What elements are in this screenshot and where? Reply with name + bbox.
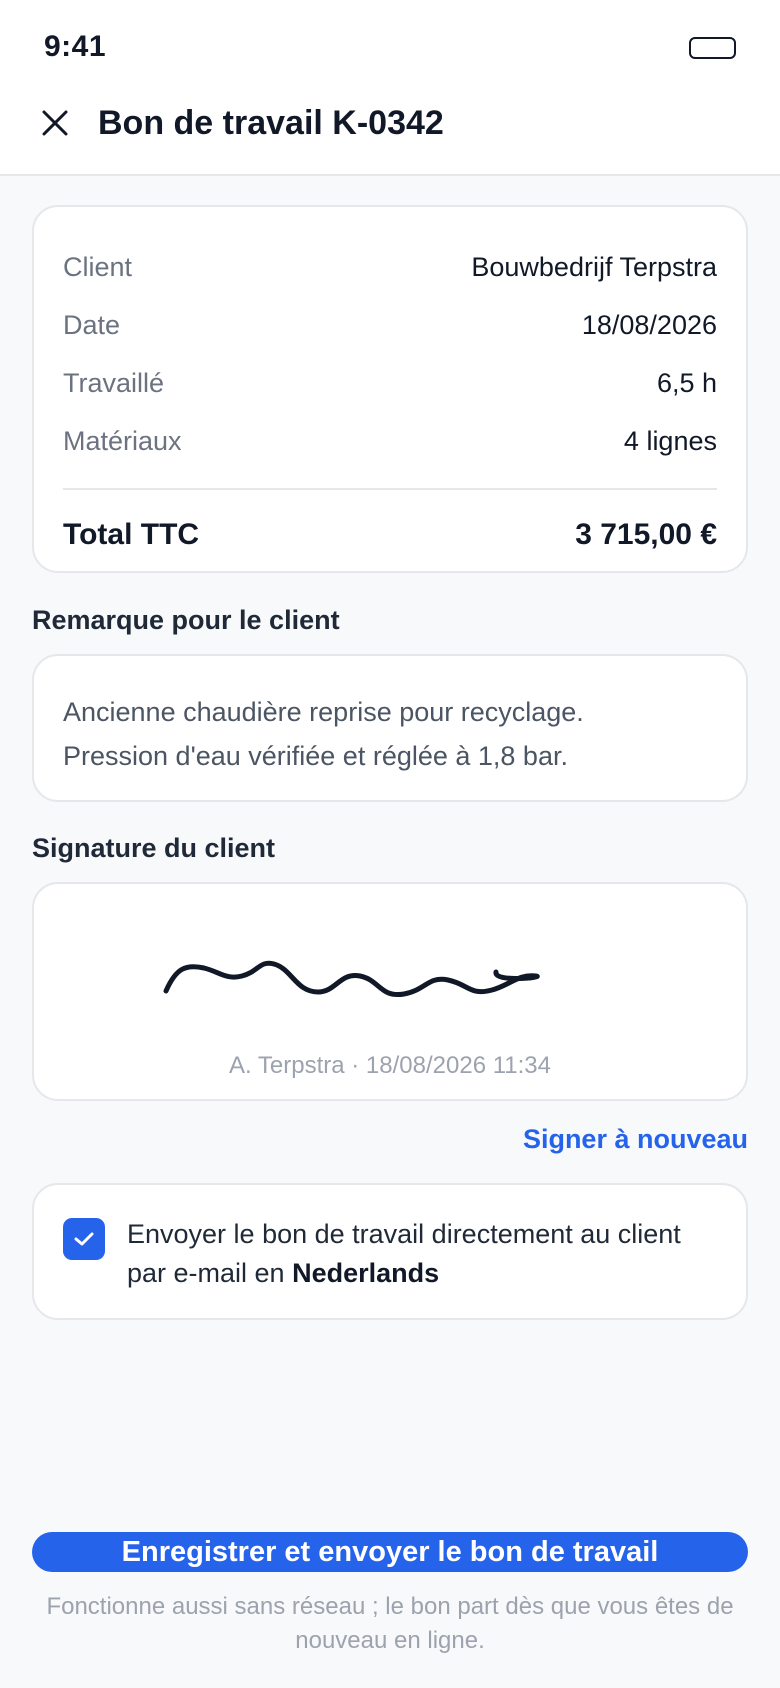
summary-label: Client xyxy=(63,251,133,282)
summary-label: Date xyxy=(63,309,121,340)
summary-row-materials: Matériaux 4 lignes xyxy=(63,412,717,470)
summary-row-date: Date 18/08/2026 xyxy=(63,296,717,354)
summary-divider xyxy=(63,488,717,490)
email-language: Nederlands xyxy=(292,1258,440,1288)
remark-line: Pression d'eau vérifiée et réglée à 1,8 … xyxy=(63,741,568,771)
signature-label: Signature du client xyxy=(32,833,276,863)
total-value: 3 715,00 € xyxy=(575,518,717,551)
top-bar: 9:41 Bon de travail K-0342 xyxy=(0,0,780,176)
email-option-card[interactable]: Envoyer le bon de travail directement au… xyxy=(32,1183,748,1320)
signature-caption: A. Terpstra · 18/08/2026 11:34 xyxy=(229,1052,551,1079)
email-checkbox[interactable] xyxy=(63,1218,105,1260)
close-icon xyxy=(42,110,68,136)
close-button[interactable] xyxy=(32,100,78,146)
battery-icon xyxy=(689,37,736,59)
summary-value: 4 lignes xyxy=(623,425,717,456)
signature-pad[interactable]: A. Terpstra · 18/08/2026 11:34 xyxy=(32,882,748,1101)
email-option-text: Envoyer le bon de travail directement au… xyxy=(127,1215,717,1288)
remark-label: Remarque pour le client xyxy=(32,605,340,635)
summary-row-hours: Travaillé 6,5 h xyxy=(63,354,717,412)
summary-label: Matériaux xyxy=(63,425,182,456)
remark-box[interactable]: Ancienne chaudière reprise pour recyclag… xyxy=(32,654,748,802)
status-time: 9:41 xyxy=(44,30,107,63)
summary-value: 6,5 h xyxy=(656,367,717,398)
summary-value: 18/08/2026 xyxy=(581,309,717,340)
save-and-send-button[interactable]: Enregistrer et envoyer le bon de travail xyxy=(32,1532,748,1572)
total-label: Total TTC xyxy=(63,518,200,551)
summary-value: Bouwbedrijf Terpstra xyxy=(471,251,717,282)
remark-line: Ancienne chaudière reprise pour recyclag… xyxy=(63,697,584,727)
summary-label: Travaillé xyxy=(63,367,165,398)
summary-row-client: Client Bouwbedrijf Terpstra xyxy=(63,238,717,296)
offline-footnote: Fonctionne aussi sans réseau ; le bon pa… xyxy=(46,1593,734,1654)
page-title: Bon de travail K-0342 xyxy=(98,104,444,142)
summary-card: Client Bouwbedrijf Terpstra Date 18/08/2… xyxy=(32,205,748,573)
resign-link[interactable]: Signer à nouveau xyxy=(523,1124,748,1155)
check-icon xyxy=(74,1232,94,1246)
summary-total: Total TTC 3 715,00 € xyxy=(63,496,717,574)
